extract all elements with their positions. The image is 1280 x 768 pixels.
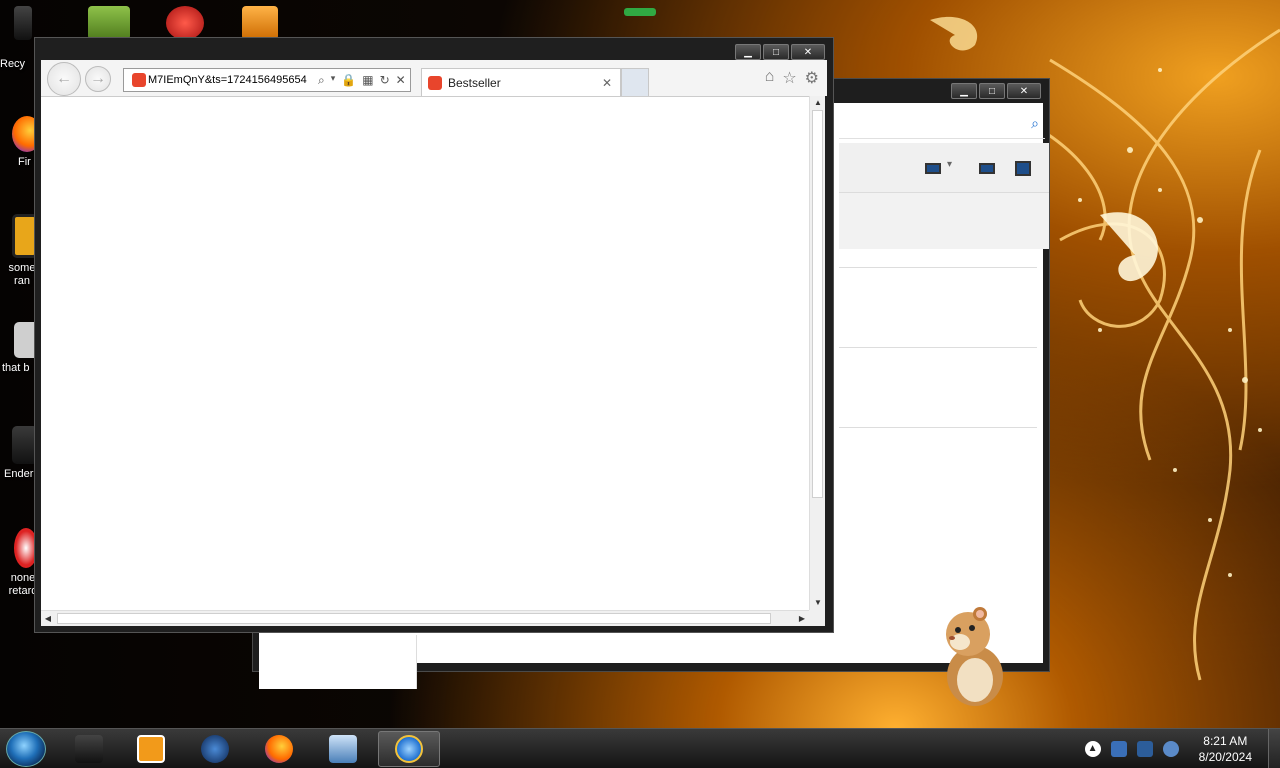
site-favicon-icon — [428, 75, 442, 90]
taskbar-item-player[interactable] — [120, 731, 182, 767]
scroll-right-arrow-icon[interactable]: ▶ — [795, 611, 809, 627]
close-button[interactable]: ✕ — [791, 44, 825, 60]
divider — [839, 427, 1037, 428]
show-desktop-button[interactable] — [1268, 729, 1280, 768]
clock[interactable]: 8:21 AM 8/20/2024 — [1199, 733, 1252, 765]
network-icon[interactable] — [1136, 741, 1153, 757]
window-controls: ▁ □ ✕ — [951, 83, 1041, 99]
divider — [839, 267, 1037, 268]
game-app-icon[interactable] — [88, 6, 130, 40]
globe-icon — [201, 735, 229, 763]
internet-explorer-window[interactable]: ▁ □ ✕ ← → M7IEmQnY&ts=1724156495654 ⌕ ▾ … — [34, 37, 834, 633]
show-hidden-icons-icon[interactable]: ▲ — [1084, 741, 1101, 757]
media-player-icon — [75, 735, 103, 763]
play-icon — [137, 735, 165, 763]
divider — [839, 347, 1037, 348]
start-button[interactable] — [6, 731, 46, 767]
taskbar-item-media-player[interactable] — [58, 731, 120, 767]
internet-explorer-icon — [395, 735, 423, 763]
home-icon[interactable]: ⌂ — [765, 68, 775, 88]
navigation-pane[interactable] — [259, 635, 417, 689]
back-button[interactable]: ← — [47, 62, 81, 96]
site-favicon-icon — [132, 73, 146, 87]
search-icon[interactable]: ⌕ — [318, 73, 325, 88]
horizontal-scrollbar[interactable]: ◀ ▶ — [41, 610, 809, 626]
browser-tab[interactable]: Bestseller ✕ — [421, 68, 621, 96]
hamster-desktop-pet[interactable] — [940, 604, 1010, 708]
page-content[interactable] — [41, 96, 809, 610]
maximize-button[interactable]: □ — [763, 44, 789, 60]
minimize-button[interactable]: ▁ — [951, 83, 977, 99]
red-app-icon[interactable] — [166, 6, 204, 40]
tab-title: Bestseller — [448, 75, 501, 90]
maximize-button[interactable]: □ — [979, 83, 1005, 99]
search-icon[interactable]: ⌕ — [1031, 115, 1039, 132]
clock-date: 8/20/2024 — [1198, 750, 1252, 764]
firefox-icon — [265, 735, 293, 763]
help-icon[interactable] — [1015, 161, 1031, 176]
forward-button[interactable]: → — [85, 66, 111, 92]
browser-toolbar: ← → M7IEmQnY&ts=1724156495654 ⌕ ▾ 🔒 ▦ ↻ … — [41, 60, 827, 96]
minimize-button[interactable]: ▁ — [735, 44, 761, 60]
scrollbar-corner — [809, 610, 825, 626]
refresh-icon[interactable]: ↻ — [380, 73, 390, 88]
taskbar-item-firefox[interactable] — [248, 731, 310, 767]
chevron-down-icon[interactable]: ▾ — [331, 73, 336, 88]
scroll-thumb[interactable] — [812, 110, 823, 498]
favorites-star-icon[interactable]: ☆ — [782, 68, 796, 88]
window-controls: ▁ □ ✕ — [735, 44, 825, 60]
view-icon[interactable] — [925, 163, 941, 174]
arrow-left-icon: ← — [56, 70, 72, 87]
lock-icon[interactable]: 🔒 — [341, 73, 356, 88]
taskbar: ▲ 8:21 AM 8/20/2024 — [0, 728, 1280, 768]
command-icons: ⌂ ☆ ⚙ — [765, 68, 819, 88]
close-button[interactable]: ✕ — [1007, 83, 1041, 99]
action-center-icon[interactable] — [1110, 741, 1127, 757]
vertical-scrollbar[interactable]: ▲ ▼ — [809, 96, 825, 610]
scroll-up-arrow-icon[interactable]: ▲ — [810, 96, 826, 110]
chevron-down-icon[interactable]: ▾ — [947, 159, 952, 170]
taskbar-item-remote-desktop[interactable] — [312, 731, 374, 767]
title-bar[interactable]: ▁ □ ✕ — [35, 38, 833, 60]
address-text[interactable]: M7IEmQnY&ts=1724156495654 — [148, 74, 310, 86]
remote-desktop-icon — [329, 735, 357, 763]
stop-icon[interactable]: ✕ — [396, 73, 406, 88]
scroll-left-arrow-icon[interactable]: ◀ — [41, 611, 55, 627]
new-tab-button[interactable] — [621, 68, 649, 96]
tab-close-icon[interactable]: ✕ — [602, 76, 612, 90]
explorer-search-box[interactable]: ⌕ — [839, 109, 1045, 139]
explorer-header-band — [839, 193, 1049, 249]
address-tools: ⌕ ▾ 🔒 ▦ ↻ ✕ — [318, 73, 406, 88]
scroll-down-arrow-icon[interactable]: ▼ — [810, 596, 826, 610]
orange-box-icon[interactable] — [242, 6, 278, 40]
explorer-toolbar: ▾ — [839, 143, 1049, 193]
taskbar-item-internet-explorer[interactable] — [378, 731, 440, 767]
dark-app-icon[interactable] — [14, 6, 32, 40]
taskbar-item-globe[interactable] — [184, 731, 246, 767]
system-tray: ▲ 8:21 AM 8/20/2024 — [1084, 729, 1260, 768]
clock-time: 8:21 AM — [1203, 734, 1248, 748]
volume-icon[interactable] — [1162, 741, 1179, 757]
gear-icon[interactable]: ⚙ — [805, 68, 819, 88]
scroll-thumb[interactable] — [57, 613, 771, 624]
compatibility-view-icon[interactable]: ▦ — [362, 73, 373, 88]
address-bar[interactable]: M7IEmQnY&ts=1724156495654 ⌕ ▾ 🔒 ▦ ↻ ✕ — [123, 68, 411, 92]
arrow-right-icon: → — [90, 70, 106, 87]
preview-pane-icon[interactable] — [979, 163, 995, 174]
